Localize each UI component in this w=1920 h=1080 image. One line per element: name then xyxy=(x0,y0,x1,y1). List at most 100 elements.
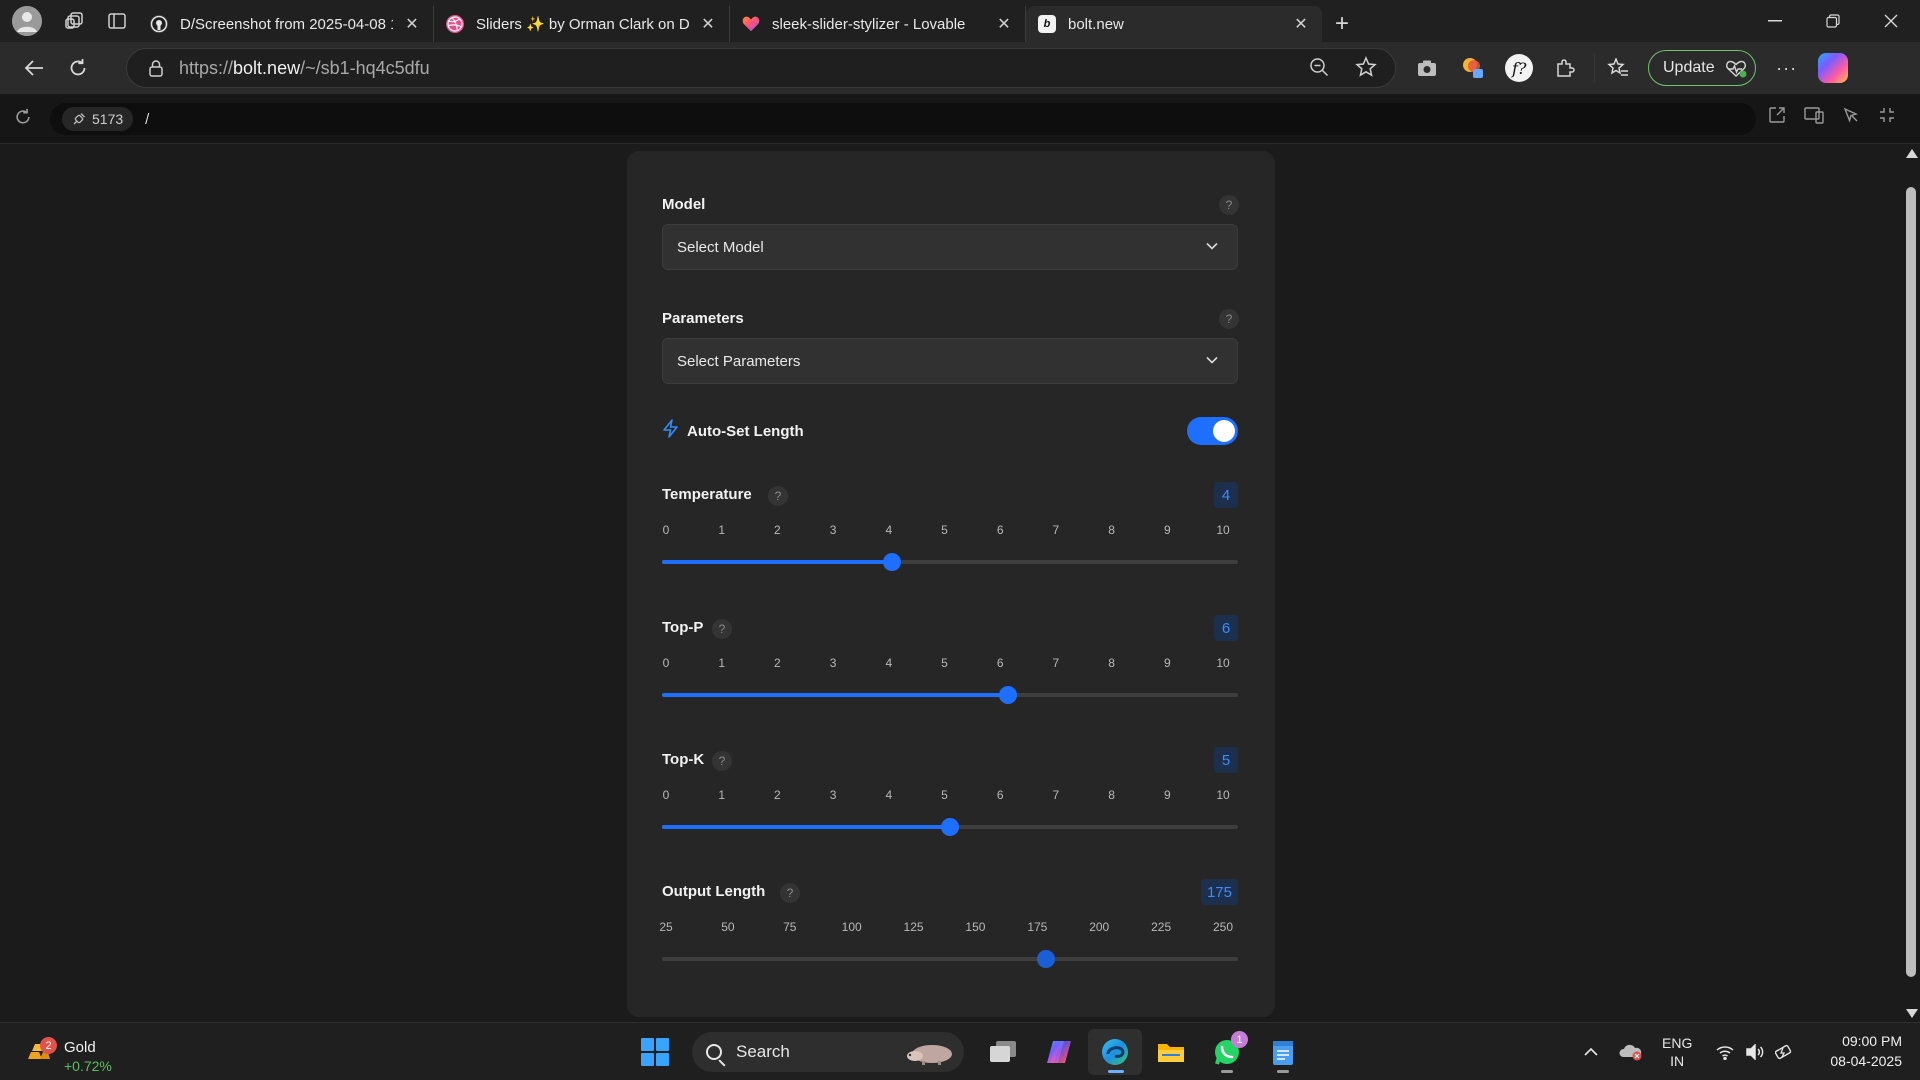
camera-icon[interactable] xyxy=(1404,42,1450,94)
system-clock[interactable]: 09:00 PM 08-04-2025 xyxy=(1830,1031,1902,1071)
file-explorer-button[interactable] xyxy=(1144,1029,1198,1075)
preview-url-field[interactable]: 5173 / xyxy=(50,103,1756,135)
color-extension-icon[interactable] xyxy=(1450,42,1496,94)
volume-icon[interactable] xyxy=(1740,1044,1770,1060)
slider-fill xyxy=(662,825,950,829)
tab-dribbble-sliders[interactable]: Sliders ✨ by Orman Clark on Dri ✕ xyxy=(434,6,730,42)
tick-label: 125 xyxy=(903,920,924,934)
onedrive-error-icon[interactable] xyxy=(1616,1043,1646,1061)
reload-icon xyxy=(70,59,86,76)
taskbar-search[interactable]: Search xyxy=(692,1032,964,1072)
close-window-button[interactable] xyxy=(1862,0,1920,42)
widgets-gold-ticker[interactable]: 2 Gold +0.72% xyxy=(22,1031,132,1074)
back-button[interactable] xyxy=(12,46,56,90)
notepad-button[interactable] xyxy=(1256,1029,1310,1075)
slider-value-badge: 6 xyxy=(1214,615,1238,641)
close-tab-icon[interactable]: ✕ xyxy=(403,14,421,34)
copilot-app-button[interactable] xyxy=(1032,1029,1086,1075)
close-tab-icon[interactable]: ✕ xyxy=(1292,14,1310,34)
tab-bolt-new[interactable]: b bolt.new ✕ xyxy=(1026,6,1322,42)
tick-label: 3 xyxy=(829,523,837,537)
start-button[interactable] xyxy=(632,1029,678,1075)
whatsapp-button[interactable]: 1 xyxy=(1200,1029,1254,1075)
tick-label: 4 xyxy=(885,788,893,802)
inspect-pointer-icon[interactable] xyxy=(1842,106,1860,129)
port-selector[interactable]: 5173 xyxy=(62,107,134,131)
battery-charging-icon[interactable] xyxy=(1770,1044,1800,1060)
model-select[interactable]: Select Model xyxy=(662,224,1238,270)
back-arrow-icon xyxy=(24,60,43,76)
scrollbar-thumb[interactable] xyxy=(1906,187,1916,977)
slider-thumb[interactable] xyxy=(883,553,901,571)
more-menu-icon[interactable]: ··· xyxy=(1764,42,1810,94)
help-icon[interactable]: ? xyxy=(780,883,800,903)
scroll-down-arrow-icon[interactable] xyxy=(1906,1009,1918,1018)
tick-label: 2 xyxy=(774,656,781,670)
omnibox-actions xyxy=(1309,49,1377,89)
slider-track[interactable] xyxy=(662,818,1238,836)
help-icon[interactable]: ? xyxy=(712,751,732,771)
restore-button[interactable] xyxy=(1804,0,1862,42)
input-language-indicator[interactable]: ENG IN xyxy=(1662,1034,1692,1070)
copilot-button[interactable] xyxy=(1810,42,1856,94)
help-icon[interactable]: ? xyxy=(712,619,732,639)
slider-label: Output Length xyxy=(662,883,766,900)
tab-github-screenshot[interactable]: D/Screenshot from 2025-04-08 16 ✕ xyxy=(138,6,434,42)
reload-button[interactable] xyxy=(56,46,100,90)
workspaces-button[interactable] xyxy=(54,0,96,42)
parameters-help-icon[interactable]: ? xyxy=(1219,309,1239,329)
tick-label: 0 xyxy=(662,656,670,670)
wifi-icon[interactable] xyxy=(1710,1044,1740,1060)
vertical-scrollbar[interactable] xyxy=(1902,145,1920,1022)
new-tab-button[interactable]: + xyxy=(1322,6,1362,42)
tab-title: D/Screenshot from 2025-04-08 16 xyxy=(180,15,393,33)
help-icon[interactable]: ? xyxy=(768,486,788,506)
auto-set-length-toggle[interactable] xyxy=(1187,417,1238,445)
model-label: Model xyxy=(662,196,706,213)
favorite-star-icon[interactable] xyxy=(1355,55,1377,83)
update-button[interactable]: Update xyxy=(1648,50,1756,86)
slider-top-k: Top-K? 5 0 1 2 3 4 5 6 7 8 9 10 xyxy=(662,747,1238,871)
scroll-up-arrow-icon[interactable] xyxy=(1906,149,1918,158)
open-external-icon[interactable] xyxy=(1768,106,1786,129)
tick-label: 8 xyxy=(1108,788,1115,802)
device-preview-icon[interactable] xyxy=(1804,106,1824,129)
slider-thumb[interactable] xyxy=(999,686,1017,704)
edge-app-button[interactable] xyxy=(1088,1029,1142,1075)
parameters-select-value: Select Parameters xyxy=(677,352,801,370)
clock-time: 09:00 PM xyxy=(1842,1033,1902,1049)
slider-value-badge: 5 xyxy=(1214,747,1238,773)
font-finder-icon[interactable]: f? xyxy=(1496,42,1542,94)
close-tab-icon[interactable]: ✕ xyxy=(699,14,717,34)
minimize-button[interactable] xyxy=(1746,0,1804,42)
close-tab-icon[interactable]: ✕ xyxy=(995,14,1013,34)
slider-thumb[interactable] xyxy=(941,818,959,836)
tick-label: 8 xyxy=(1108,656,1115,670)
tab-title: bolt.new xyxy=(1068,15,1124,33)
vertical-tabs-button[interactable] xyxy=(96,0,138,42)
tick-label: 100 xyxy=(841,920,862,934)
extensions-puzzle-icon[interactable] xyxy=(1542,42,1588,94)
fullscreen-collapse-icon[interactable] xyxy=(1878,106,1896,129)
profile-button[interactable] xyxy=(0,0,54,42)
close-icon xyxy=(1884,14,1898,28)
dribbble-icon xyxy=(446,15,464,33)
update-label: Update xyxy=(1663,59,1715,76)
task-view-button[interactable] xyxy=(976,1029,1030,1075)
tab-lovable[interactable]: sleek-slider-stylizer - Lovable ✕ xyxy=(730,6,1026,42)
preview-reload-icon[interactable] xyxy=(14,108,32,131)
favorites-list-icon[interactable] xyxy=(1594,55,1640,81)
slider-track[interactable] xyxy=(662,553,1238,571)
tick-label: 1 xyxy=(718,788,726,802)
model-help-icon[interactable]: ? xyxy=(1219,195,1239,215)
window-controls xyxy=(1746,0,1920,42)
running-indicator xyxy=(1277,1070,1289,1073)
address-bar[interactable]: https://bolt.new/~/sb1-hq4c5dfu xyxy=(126,48,1396,88)
parameters-select[interactable]: Select Parameters xyxy=(662,338,1238,384)
slider-track[interactable] xyxy=(662,686,1238,704)
windows-logo-icon xyxy=(641,1038,669,1066)
slider-track[interactable] xyxy=(662,950,1238,968)
show-hidden-icons-chevron-up-icon[interactable] xyxy=(1576,1047,1606,1057)
slider-thumb[interactable] xyxy=(1037,950,1055,968)
zoom-out-icon[interactable] xyxy=(1309,57,1329,82)
